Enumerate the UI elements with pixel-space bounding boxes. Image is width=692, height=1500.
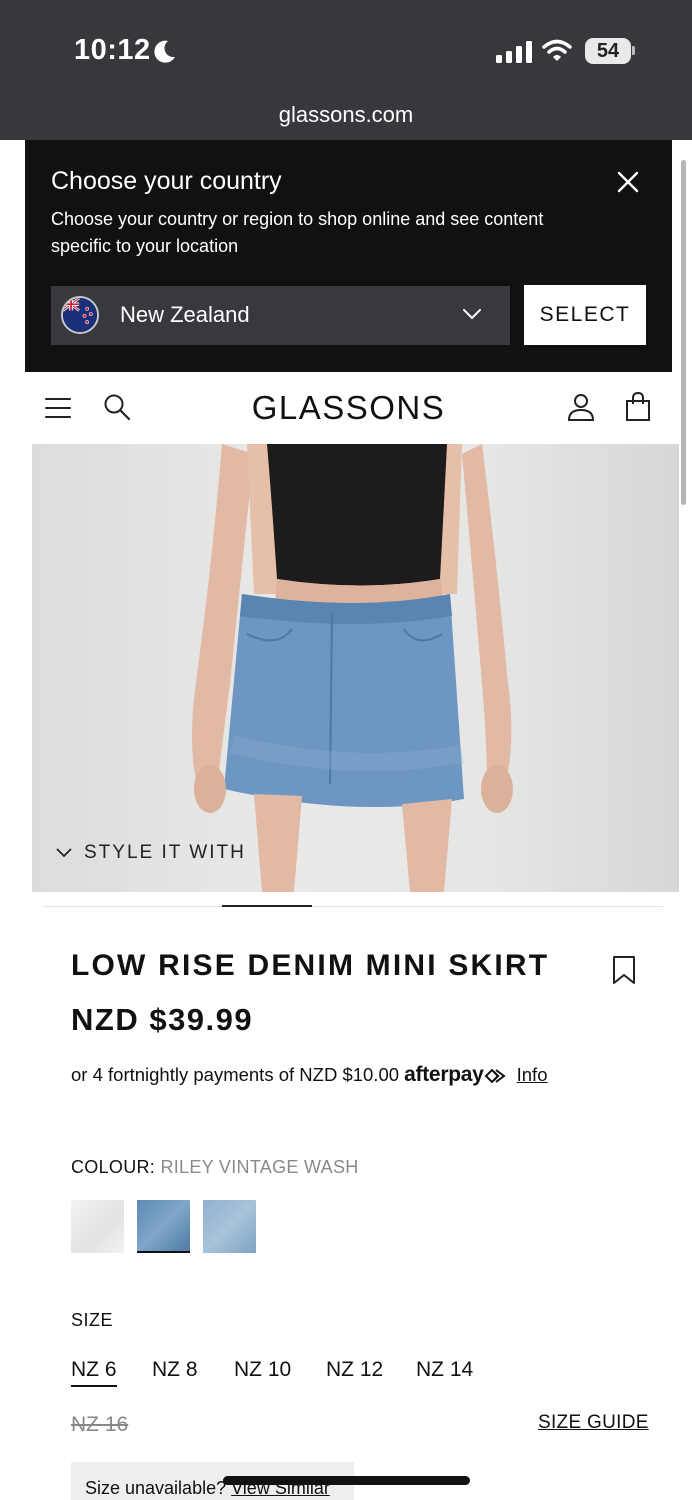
country-selector-panel: Choose your country Choose your country … xyxy=(25,140,672,372)
wifi-icon xyxy=(542,39,572,61)
product-title: LOW RISE DENIM MINI SKIRT xyxy=(71,949,550,982)
select-country-button[interactable]: SELECT xyxy=(524,285,646,345)
bag-icon[interactable] xyxy=(625,392,651,422)
size-option-nz-14[interactable]: NZ 14 xyxy=(416,1358,473,1382)
nz-flag-icon xyxy=(61,296,99,334)
size-label: SIZE xyxy=(71,1310,114,1330)
page-scrollbar[interactable] xyxy=(681,160,686,505)
account-icon[interactable] xyxy=(567,392,595,422)
status-bar: 10:12 54 glassons.com xyxy=(0,0,692,140)
afterpay-info-link[interactable]: Info xyxy=(517,1064,548,1085)
size-option-nz-12[interactable]: NZ 12 xyxy=(326,1358,383,1382)
product-photo-illustration xyxy=(192,444,513,892)
size-option-nz-6[interactable]: NZ 6 xyxy=(71,1358,117,1387)
signal-icon xyxy=(496,41,532,63)
size-option-nz-10[interactable]: NZ 10 xyxy=(234,1358,291,1382)
chevron-down-icon xyxy=(463,309,481,320)
close-icon[interactable] xyxy=(616,170,640,194)
size-option-nz-8[interactable]: NZ 8 xyxy=(152,1358,198,1382)
site-header: GLASSONS xyxy=(25,372,672,444)
colour-label: COLOUR: RILEY VINTAGE WASH xyxy=(71,1157,359,1178)
colour-swatch-white[interactable] xyxy=(71,1200,124,1253)
colour-swatch-light-wash[interactable] xyxy=(203,1200,256,1253)
country-panel-description: Choose your country or region to shop on… xyxy=(51,209,544,256)
battery-indicator: 54 xyxy=(585,38,631,64)
product-image[interactable]: STYLE IT WITH xyxy=(32,444,679,892)
size-option-nz-16-unavailable: NZ 16 xyxy=(71,1413,129,1436)
style-it-with-label: STYLE IT WITH xyxy=(84,842,246,863)
product-price: NZD $39.99 xyxy=(71,1002,254,1037)
moon-icon xyxy=(154,40,175,63)
colour-label-text: COLOUR: xyxy=(71,1157,156,1177)
country-panel-title: Choose your country xyxy=(51,167,282,195)
bookmark-icon[interactable] xyxy=(612,955,636,985)
country-dropdown[interactable]: New Zealand xyxy=(51,286,510,345)
afterpay-brand: afterpay xyxy=(404,1063,484,1086)
size-guide-link[interactable]: SIZE GUIDE xyxy=(538,1412,649,1434)
carousel-track xyxy=(43,906,663,907)
home-indicator[interactable] xyxy=(223,1476,470,1485)
status-time: 10:12 xyxy=(74,34,151,66)
style-it-with-toggle[interactable]: STYLE IT WITH xyxy=(56,842,246,864)
colour-value: RILEY VINTAGE WASH xyxy=(160,1157,359,1177)
size-unavailable-label: Size unavailable? xyxy=(85,1478,227,1498)
battery-nub xyxy=(632,46,635,55)
afterpay-text: or 4 fortnightly payments of NZD $10.00 xyxy=(71,1064,400,1085)
afterpay-logo: afterpay xyxy=(404,1063,507,1086)
afterpay-row: or 4 fortnightly payments of NZD $10.00 … xyxy=(71,1063,547,1087)
colour-swatch-riley-vintage-wash[interactable] xyxy=(137,1200,190,1253)
selected-country: New Zealand xyxy=(120,302,250,327)
chevron-down-icon xyxy=(56,848,72,858)
afterpay-arrows-icon xyxy=(485,1068,507,1084)
carousel-indicator[interactable] xyxy=(222,905,312,907)
url-bar[interactable]: glassons.com xyxy=(0,102,692,128)
